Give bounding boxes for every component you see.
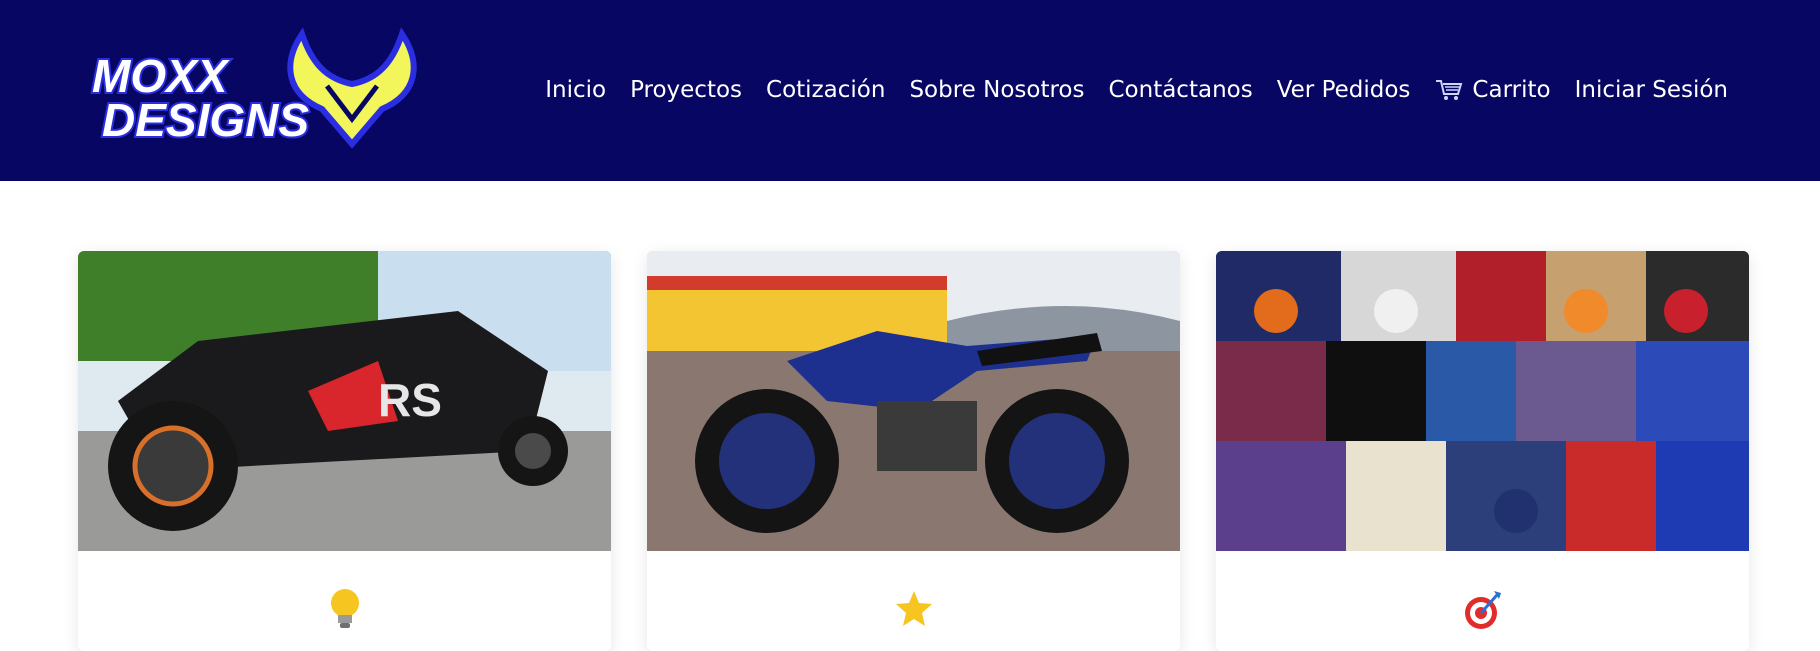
nav-inicio[interactable]: Inicio bbox=[533, 72, 618, 108]
project-card-motorcycle[interactable] bbox=[647, 251, 1180, 651]
nav-label: Carrito bbox=[1472, 77, 1551, 103]
star-icon bbox=[895, 591, 932, 626]
blue-motorcycle-photo bbox=[647, 251, 1180, 551]
target-icon bbox=[1464, 591, 1501, 629]
nav-label: Cotización bbox=[766, 77, 886, 103]
project-cards: RS bbox=[78, 251, 1749, 651]
site-header: MOXX DESIGNS Inicio Proyectos Cotización… bbox=[0, 0, 1820, 181]
project-card-collage[interactable] bbox=[1216, 251, 1749, 651]
nav-label: Contáctanos bbox=[1108, 77, 1253, 103]
nav-label: Inicio bbox=[545, 77, 607, 103]
nav-contactanos[interactable]: Contáctanos bbox=[1096, 72, 1264, 108]
svg-text:RS: RS bbox=[378, 374, 442, 426]
nav-sobre-nosotros[interactable]: Sobre Nosotros bbox=[897, 72, 1096, 108]
nav-label: Ver Pedidos bbox=[1276, 77, 1411, 103]
nav-label: Iniciar Sesión bbox=[1574, 77, 1728, 103]
lightbulb-icon bbox=[330, 589, 359, 628]
nav-carrito[interactable]: Carrito bbox=[1422, 72, 1562, 108]
nav-iniciar-sesion[interactable]: Iniciar Sesión bbox=[1563, 72, 1740, 108]
main-nav: Inicio Proyectos Cotización Sobre Nosotr… bbox=[533, 72, 1740, 108]
cart-icon bbox=[1436, 80, 1463, 100]
motorcycle-collage-photo bbox=[1216, 251, 1749, 551]
project-card-utv[interactable]: RS bbox=[78, 251, 611, 651]
nav-cotizacion[interactable]: Cotización bbox=[754, 72, 897, 108]
nav-proyectos[interactable]: Proyectos bbox=[618, 72, 754, 108]
utv-xrs-photo: RS bbox=[78, 251, 611, 551]
nav-label: Proyectos bbox=[630, 77, 743, 103]
moxx-designs-logo[interactable]: MOXX DESIGNS bbox=[82, 24, 452, 154]
logo-line2: DESIGNS bbox=[102, 94, 309, 146]
nav-label: Sobre Nosotros bbox=[909, 77, 1085, 103]
nav-ver-pedidos[interactable]: Ver Pedidos bbox=[1265, 72, 1423, 108]
